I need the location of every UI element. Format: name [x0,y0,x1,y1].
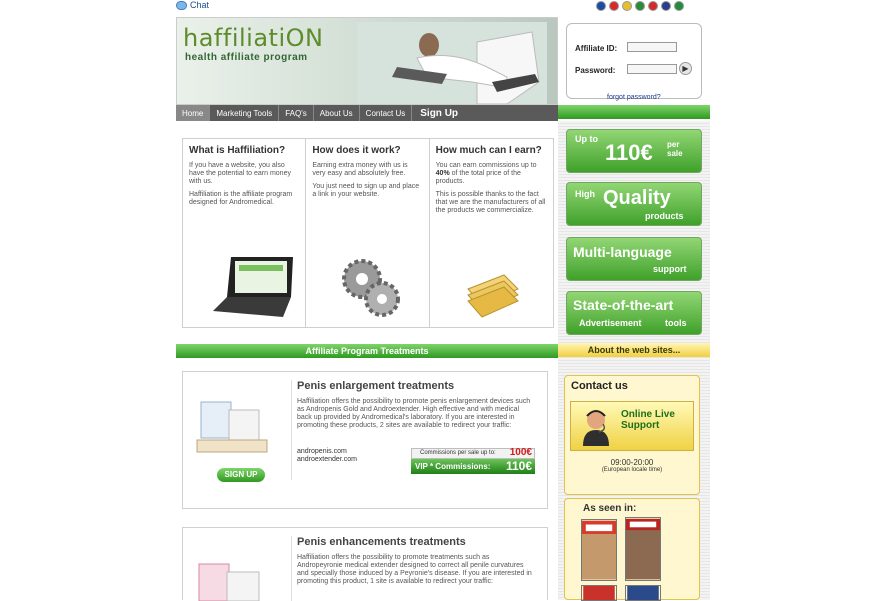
magazine-cover-icon [625,517,661,581]
gears-image [342,259,401,317]
chat-label: Chat [190,0,210,10]
chat-link[interactable]: Chat [176,0,209,10]
language-flag-icon[interactable] [596,1,606,11]
product-image [198,563,260,601]
product-description: Haffiliation offers the possibility to p… [297,554,532,585]
divider [291,536,292,601]
language-flag-icon[interactable] [648,1,658,11]
login-box: Affiliate ID: Password: ▶ forgot passwor… [566,23,702,101]
intro-panel: What is Haffiliation? If you have a webs… [182,138,554,328]
about-the-web-sites-bar: About the web sites... [558,343,710,357]
nav-sign-up[interactable]: Sign Up [412,108,466,119]
nav-faqs[interactable]: FAQ's [279,105,314,121]
nav-contact-us[interactable]: Contact Us [360,105,413,121]
logo-tagline: health affiliate program [185,52,308,63]
intro-text: Haffiliation is the affiliate program de… [189,191,293,206]
logo[interactable]: haffiliatiON [183,24,323,52]
product-image [196,401,268,453]
affiliate-program-treatments-bar: Affiliate Program Treatments [176,344,558,358]
laptop-image [213,257,293,317]
intro-title: How much can I earn? [435,145,542,156]
magazine-cover-icon [581,519,617,581]
as-seen-in-box: As seen in: [564,498,700,601]
product-card-enlargement: SIGN UP Penis enlargement treatments Haf… [182,371,548,509]
language-flag-icon[interactable] [609,1,619,11]
intro-title: How does it work? [312,145,401,156]
nav-about-us[interactable]: About Us [314,105,360,121]
vip-commission-row: VIP * Commissions: 110€ [411,459,535,474]
login-submit-button[interactable]: ▶ [679,62,692,75]
affiliate-id-label: Affiliate ID: [575,44,618,53]
product-card-enhancements: Penis enhancements treatments Haffiliati… [182,527,548,601]
support-agent-icon [583,410,609,446]
intro-what-is: What is Haffiliation? If you have a webs… [183,139,307,327]
contact-title: Contact us [571,380,628,392]
product-title: Penis enlargement treatments [297,380,455,392]
product-sites: andropenis.com androextender.com [297,448,357,464]
intro-text: If you have a website, you also have the… [189,162,291,185]
language-flag-icon[interactable] [622,1,632,11]
green-stripe [558,105,710,119]
intro-how-much: How much can I earn? You can earn commis… [430,139,553,327]
affiliate-id-input[interactable] [627,42,677,52]
language-flag-icon[interactable] [674,1,684,11]
promo-up-to-110[interactable]: Up to 110€ per sale [566,129,702,173]
contact-box: Contact us Online Live Support 09:00-20:… [564,375,700,495]
as-seen-in-title: As seen in: [583,503,637,514]
product-description: Haffiliation offers the possibility to p… [297,398,531,429]
main-nav: Home Marketing Tools FAQ's About Us Cont… [176,105,558,121]
support-hours: 09:00-20:00 (European locale time) [601,458,663,473]
product-title: Penis enhancements treatments [297,536,466,548]
promo-state-of-the-art[interactable]: State-of-the-art Advertisement tools [566,291,702,335]
intro-text: Earning extra money with us is very easy… [312,162,408,177]
hero-man-laptop-image [357,22,547,104]
commission-label: Commissions per sale up to: [420,450,496,456]
forgot-password-link[interactable]: forgot password? [607,94,661,101]
intro-how-does: How does it work? Earning extra money wi… [306,139,430,327]
vip-commission-value: 110€ [505,459,532,473]
chat-bubble-icon [176,0,187,10]
language-flag-icon[interactable] [635,1,645,11]
magazine-cover-icon [625,585,661,601]
sign-up-button[interactable]: SIGN UP [217,468,265,482]
live-support-button[interactable]: Online Live Support [570,401,694,451]
magazine-cover-icon [581,585,617,601]
language-flags [596,1,684,11]
top-bar: Chat [0,0,890,14]
intro-text: You just need to sign up and place a lin… [312,183,420,198]
promo-multi-language[interactable]: Multi-language support [566,237,702,281]
vip-commission-label: VIP * Commissions: [415,462,491,471]
promo-high-quality[interactable]: High Quality products [566,182,702,226]
language-flag-icon[interactable] [661,1,671,11]
header-banner: haffiliatiON health affiliate program [176,17,558,105]
intro-text: This is possible thanks to the fact that… [435,191,546,214]
site-link-andropenis[interactable]: andropenis.com [297,448,357,456]
page-container: haffiliatiON health affiliate program Ho… [176,17,710,601]
nav-marketing-tools[interactable]: Marketing Tools [210,105,280,121]
commission-value: 100€ [509,447,532,458]
money-stack-image [466,274,519,318]
password-input[interactable] [627,64,677,74]
commission-row: 100€ Commissions per sale up to: [411,448,535,459]
divider [291,380,292,480]
site-link-androextender[interactable]: androextender.com [297,456,357,464]
nav-home[interactable]: Home [176,105,211,121]
intro-title: What is Haffiliation? [189,145,286,156]
commission-box: 100€ Commissions per sale up to: VIP * C… [411,448,535,474]
password-label: Password: [575,66,616,75]
intro-text: You can earn commissions up to 40% of th… [435,162,537,185]
live-support-label: Online Live Support [621,409,675,431]
